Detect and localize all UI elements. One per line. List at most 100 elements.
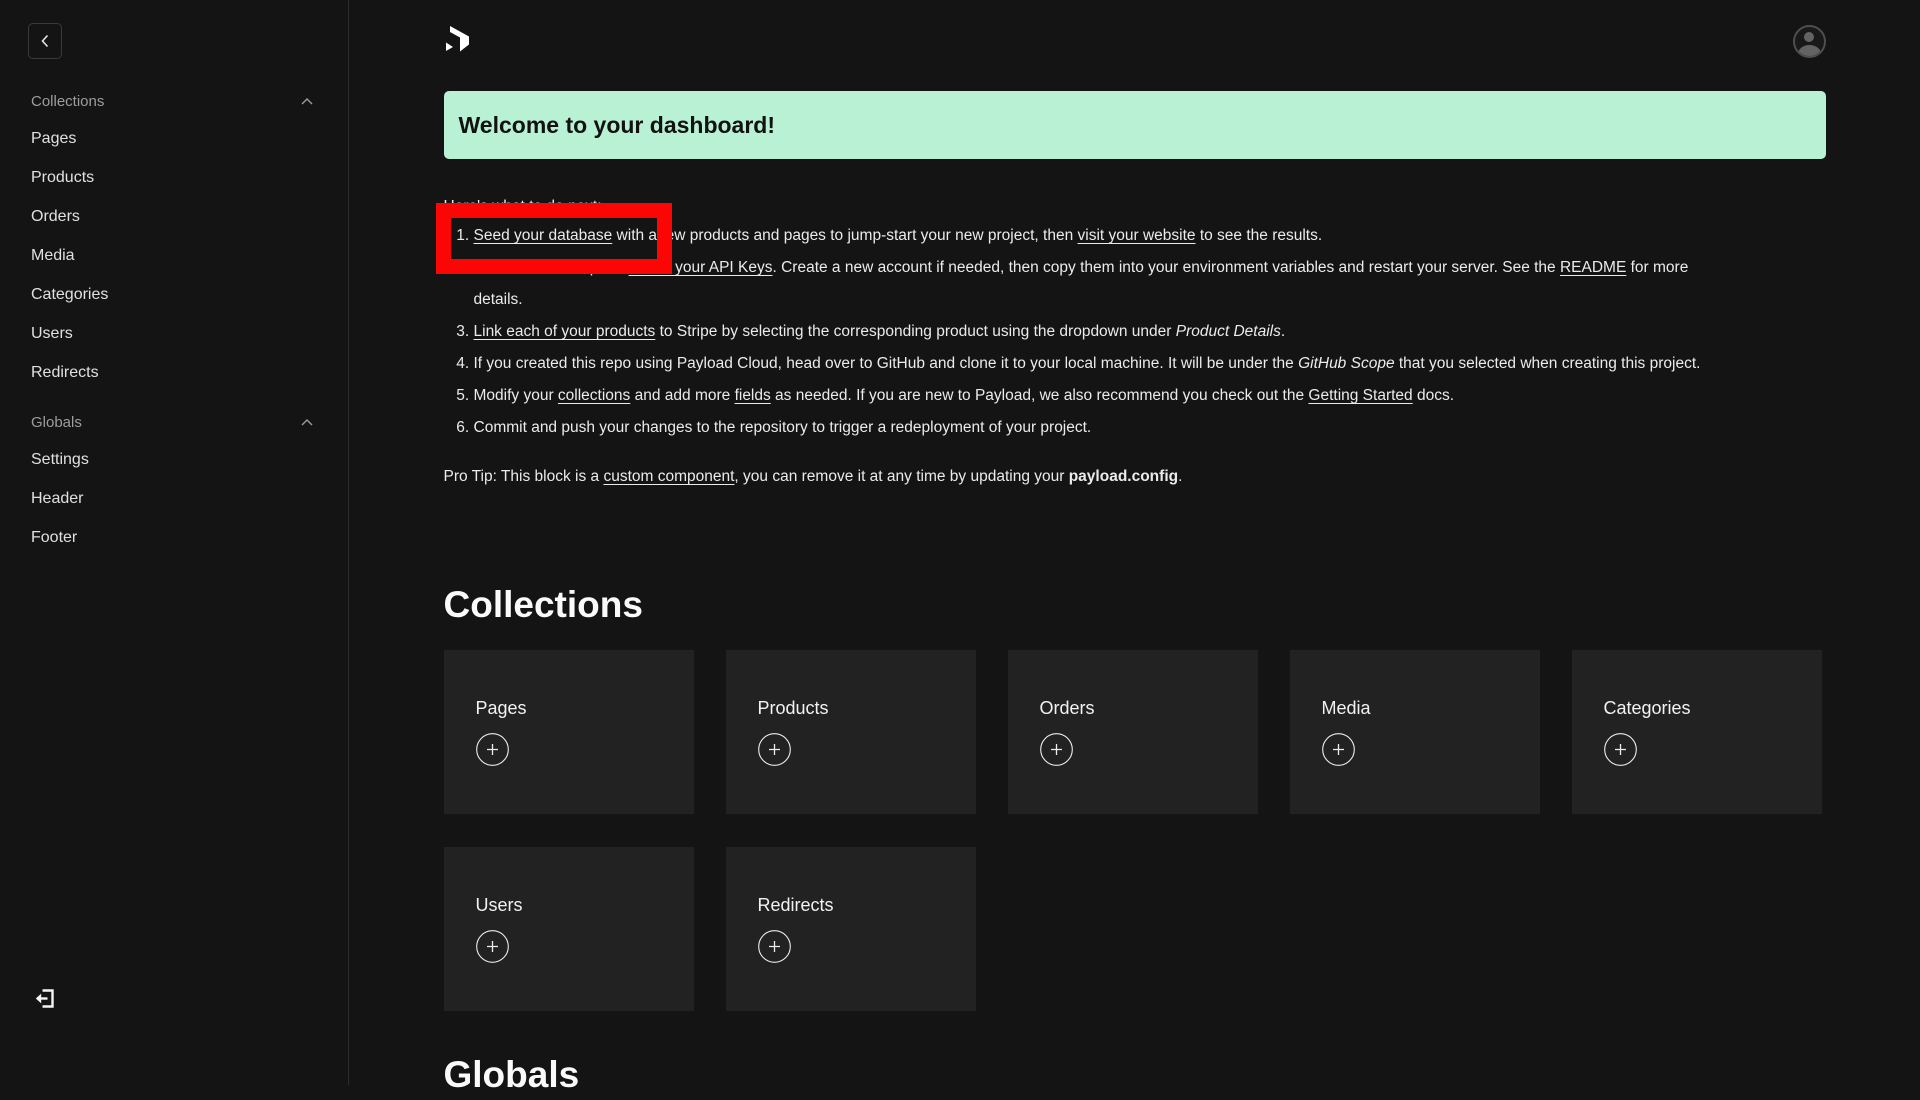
text-run: as needed. If you are new to Payload, we… bbox=[771, 387, 1309, 404]
inline-link[interactable]: fields bbox=[735, 387, 771, 404]
dashboard-content: Welcome to your dashboard! Here's what t… bbox=[444, 91, 1826, 1100]
text-run: . bbox=[1178, 468, 1182, 485]
main-area: Welcome to your dashboard! Here's what t… bbox=[349, 0, 1920, 1085]
inline-link[interactable]: Getting Started bbox=[1308, 387, 1412, 404]
section-label: Globals bbox=[31, 414, 82, 431]
todo-item-6: Commit and push your changes to the repo… bbox=[474, 412, 1826, 444]
plus-circle-icon bbox=[476, 930, 509, 963]
avatar-shoulders-icon bbox=[1798, 45, 1821, 59]
app-header bbox=[444, 0, 1826, 59]
plus-circle-icon bbox=[1040, 733, 1073, 766]
card-title: Pages bbox=[476, 698, 694, 719]
todo-list: Seed your database with a few products a… bbox=[444, 220, 1826, 444]
payload-app: CollectionsPagesProductsOrdersMediaCateg… bbox=[0, 0, 1920, 1085]
sidebar-item-footer[interactable]: Footer bbox=[31, 518, 313, 557]
plus-circle-icon bbox=[476, 733, 509, 766]
sidebar-collapse-button[interactable] bbox=[28, 23, 62, 59]
create-pages-button[interactable] bbox=[476, 733, 509, 769]
text-run: docs. bbox=[1413, 387, 1454, 404]
sidebar-item-products[interactable]: Products bbox=[31, 158, 313, 197]
sidebar-item-redirects[interactable]: Redirects bbox=[31, 353, 313, 392]
todo-item-2: Head over to Stripe to obtain your API K… bbox=[474, 252, 1826, 316]
inline-link[interactable]: obtain your API Keys bbox=[629, 259, 773, 276]
text-run: for more bbox=[1626, 259, 1688, 276]
sidebar-section-toggle-globals[interactable]: Globals bbox=[31, 412, 313, 432]
sidebar-item-pages[interactable]: Pages bbox=[31, 119, 313, 158]
text-run: If you created this repo using Payload C… bbox=[474, 355, 1299, 372]
inline-link[interactable]: collections bbox=[558, 387, 630, 404]
card-title: Media bbox=[1322, 698, 1540, 719]
plus-circle-icon bbox=[758, 930, 791, 963]
chevron-up-icon bbox=[301, 419, 313, 426]
inline-link[interactable]: README bbox=[1560, 259, 1626, 276]
todo-item-4: If you created this repo using Payload C… bbox=[474, 348, 1826, 380]
chevron-left-icon bbox=[41, 34, 49, 48]
create-users-button[interactable] bbox=[476, 930, 509, 966]
collection-cards: Pages Products Orders Media Categories Users R… bbox=[444, 650, 1826, 1011]
todo-item-5: Modify your collections and add more fie… bbox=[474, 380, 1826, 412]
italic-text: GitHub Scope bbox=[1298, 355, 1395, 372]
sidebar-item-settings[interactable]: Settings bbox=[31, 440, 313, 479]
card-title: Products bbox=[758, 698, 976, 719]
text-run: . bbox=[1281, 323, 1285, 340]
create-media-button[interactable] bbox=[1322, 733, 1355, 769]
plus-circle-icon bbox=[1604, 733, 1637, 766]
inline-link[interactable]: custom component bbox=[603, 468, 734, 485]
create-orders-button[interactable] bbox=[1040, 733, 1073, 769]
card-title: Redirects bbox=[758, 895, 976, 916]
collection-card-pages[interactable]: Pages bbox=[444, 650, 694, 814]
sidebar-item-header[interactable]: Header bbox=[31, 479, 313, 518]
plus-circle-icon bbox=[1322, 733, 1355, 766]
account-avatar[interactable] bbox=[1793, 25, 1826, 58]
sidebar-nav: Collections PagesProductsOrdersMediaCateg… bbox=[0, 59, 348, 557]
text-run: that you selected when creating this pro… bbox=[1395, 355, 1701, 372]
chevron-up-icon bbox=[301, 98, 313, 105]
collection-card-redirects[interactable]: Redirects bbox=[726, 847, 976, 1011]
logout-button[interactable] bbox=[33, 986, 57, 1014]
text-run: and add more bbox=[630, 387, 734, 404]
text-run: , you can remove it at any time by updat… bbox=[734, 468, 1068, 485]
inline-link[interactable]: visit your website bbox=[1078, 227, 1196, 244]
text-run: . Create a new account if needed, then c… bbox=[772, 259, 1560, 276]
payload-logo[interactable] bbox=[444, 25, 470, 56]
plus-circle-icon bbox=[758, 733, 791, 766]
inline-link[interactable]: Link each of your products bbox=[474, 323, 656, 340]
collection-card-products[interactable]: Products bbox=[726, 650, 976, 814]
bold-text: payload.config bbox=[1069, 468, 1178, 485]
pro-tip: Pro Tip: This block is a custom componen… bbox=[444, 464, 1826, 490]
todo-item-3: Link each of your products to Stripe by … bbox=[474, 316, 1826, 348]
avatar-head-icon bbox=[1804, 32, 1814, 42]
welcome-banner-text: Welcome to your dashboard! bbox=[459, 112, 776, 139]
todo-item-1: Seed your database with a few products a… bbox=[474, 220, 1826, 252]
globals-heading: Globals bbox=[444, 1050, 1826, 1100]
collection-card-orders[interactable]: Orders bbox=[1008, 650, 1258, 814]
create-products-button[interactable] bbox=[758, 733, 791, 769]
section-label: Collections bbox=[31, 93, 104, 110]
sidebar-section-toggle-collections[interactable]: Collections bbox=[31, 91, 313, 111]
text-run: Commit and push your changes to the repo… bbox=[474, 419, 1092, 436]
nav-group-collections: Collections PagesProductsOrdersMediaCateg… bbox=[31, 91, 313, 392]
collection-card-categories[interactable]: Categories bbox=[1572, 650, 1822, 814]
text-run: Head over to Stripe to bbox=[474, 259, 629, 276]
card-title: Orders bbox=[1040, 698, 1258, 719]
collection-card-users[interactable]: Users bbox=[444, 847, 694, 1011]
sidebar-item-orders[interactable]: Orders bbox=[31, 197, 313, 236]
text-run: details. bbox=[474, 291, 523, 308]
create-redirects-button[interactable] bbox=[758, 930, 791, 966]
italic-text: Product Details bbox=[1176, 323, 1281, 340]
create-categories-button[interactable] bbox=[1604, 733, 1637, 769]
text-run: to Stripe by selecting the corresponding… bbox=[655, 323, 1175, 340]
text-run: Modify your bbox=[474, 387, 558, 404]
text-run: to see the results. bbox=[1196, 227, 1323, 244]
sidebar-item-categories[interactable]: Categories bbox=[31, 275, 313, 314]
text-run: with a few products and pages to jump-st… bbox=[612, 227, 1077, 244]
payload-logo-icon bbox=[444, 25, 470, 53]
card-title: Categories bbox=[1604, 698, 1822, 719]
sidebar-item-media[interactable]: Media bbox=[31, 236, 313, 275]
collections-heading: Collections bbox=[444, 580, 1826, 630]
todo-intro: Here's what to do next: bbox=[444, 194, 1826, 220]
card-title: Users bbox=[476, 895, 694, 916]
inline-link[interactable]: Seed your database bbox=[474, 227, 613, 244]
collection-card-media[interactable]: Media bbox=[1290, 650, 1540, 814]
sidebar-item-users[interactable]: Users bbox=[31, 314, 313, 353]
